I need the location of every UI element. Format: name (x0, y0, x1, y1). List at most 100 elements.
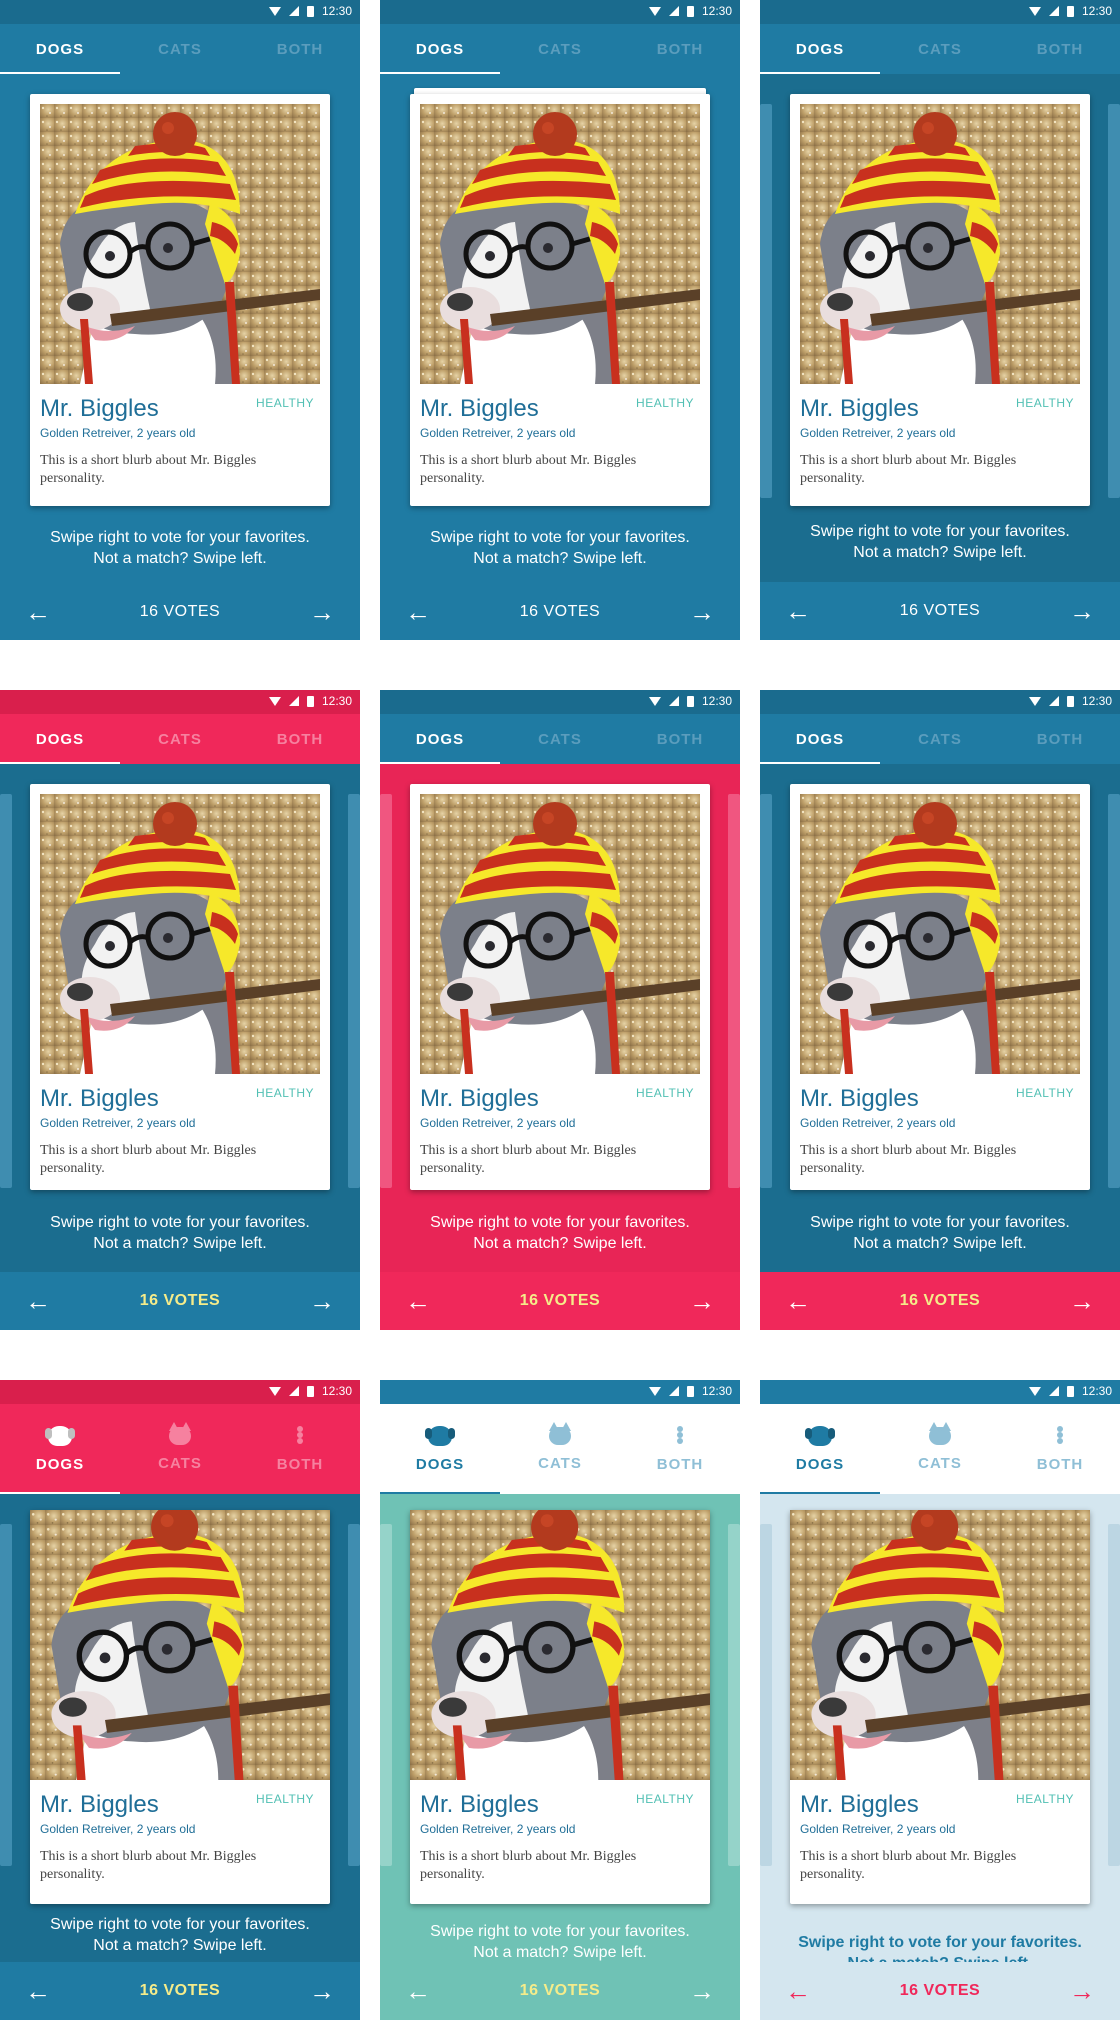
screen-5: 12:30 DOGS CATS BOTH Mr. Biggles HEALTHY… (380, 690, 740, 1330)
tab-both[interactable]: BOTH (620, 714, 740, 764)
tab-both[interactable]: BOTH (1000, 714, 1120, 764)
pet-card[interactable]: Mr. Biggles HEALTHY Golden Retreiver, 2 … (410, 94, 710, 506)
tab-dogs[interactable]: DOGS (380, 714, 500, 764)
votes-count: 16 VOTES (139, 603, 221, 620)
arrow-left-icon[interactable]: ← (24, 1977, 52, 2005)
prev-card-peek (0, 794, 12, 1188)
wifi-icon (268, 1386, 281, 1396)
battery-icon (306, 1385, 314, 1397)
tab-both[interactable]: BOTH (240, 714, 360, 764)
status-bar: 12:30 (0, 0, 360, 24)
battery-icon (686, 695, 694, 707)
tab-both[interactable]: BOTH (1000, 24, 1120, 74)
tab-cats[interactable]: CATS (880, 24, 1000, 74)
arrow-right-icon[interactable]: → (308, 1287, 336, 1315)
cat-icon (169, 1421, 191, 1445)
tab-both[interactable]: BOTH (620, 1404, 740, 1494)
tab-both[interactable]: BOTH (240, 24, 360, 74)
next-card-peek (728, 794, 740, 1188)
tab-dogs[interactable]: DOGS (0, 24, 120, 74)
pet-photo (800, 104, 1080, 384)
pet-card[interactable]: Mr. Biggles HEALTHY Golden Retreiver, 2 … (790, 784, 1090, 1190)
tab-cats[interactable]: CATS (500, 24, 620, 74)
tab-dogs[interactable]: DOGS (0, 1404, 120, 1494)
swipe-hint: Swipe right to vote for your favorites.N… (430, 1214, 690, 1252)
pet-card[interactable]: Mr. Biggles HEALTHY Golden Retreiver, 2 … (30, 94, 330, 506)
pet-card[interactable]: Mr. Biggles HEALTHY Golden Retreiver, 2 … (410, 784, 710, 1190)
battery-icon (686, 1385, 694, 1397)
tab-cats[interactable]: CATS (500, 1404, 620, 1494)
tab-both[interactable]: BOTH (240, 1404, 360, 1494)
cat-icon (549, 1421, 571, 1445)
pet-card[interactable]: Mr. Biggles HEALTHY Golden Retreiver, 2 … (790, 1510, 1090, 1904)
arrow-left-icon[interactable]: ← (404, 598, 432, 626)
tab-cats[interactable]: CATS (880, 1404, 1000, 1494)
status-bar: 12:30 (760, 690, 1120, 714)
status-badge: HEALTHY (256, 1792, 314, 1806)
status-bar: 12:30 (0, 1380, 360, 1404)
pet-breed: Golden Retreiver, 2 years old (40, 1822, 196, 1836)
arrow-right-icon[interactable]: → (308, 598, 336, 626)
arrow-left-icon[interactable]: ← (784, 597, 812, 625)
tab-bar: DOGS CATS BOTH (0, 24, 360, 74)
arrow-right-icon[interactable]: → (688, 598, 716, 626)
tab-cats[interactable]: CATS (120, 24, 240, 74)
pet-photo (30, 1510, 330, 1780)
tab-dogs[interactable]: DOGS (380, 1404, 500, 1494)
tab-dogs[interactable]: DOGS (760, 714, 880, 764)
arrow-left-icon[interactable]: ← (784, 1977, 812, 2005)
pet-blurb: This is a short blurb about Mr. Biggles … (420, 453, 637, 486)
screen-9: 12:30 DOGS CATS BOTH Mr. Biggles HEALTHY… (760, 1380, 1120, 2020)
arrow-right-icon[interactable]: → (1068, 597, 1096, 625)
tab-cats[interactable]: CATS (880, 714, 1000, 764)
arrow-left-icon[interactable]: ← (24, 598, 52, 626)
battery-icon (306, 695, 314, 707)
signal-icon (288, 1386, 299, 1396)
tab-cats[interactable]: CATS (120, 714, 240, 764)
tab-dogs[interactable]: DOGS (380, 24, 500, 74)
status-badge: HEALTHY (636, 1086, 694, 1100)
swipe-hint: Swipe right to vote for your favorites.N… (430, 529, 690, 567)
tab-dogs[interactable]: DOGS (760, 24, 880, 74)
pet-card[interactable]: Mr. Biggles HEALTHY Golden Retreiver, 2 … (790, 94, 1090, 506)
screen-3: 12:30 DOGS CATS BOTH Mr. Biggles HEALTHY… (760, 0, 1120, 640)
arrow-left-icon[interactable]: ← (404, 1977, 432, 2005)
tab-cats[interactable]: CATS (120, 1404, 240, 1494)
tab-bar: DOGS CATS BOTH (380, 24, 740, 74)
pet-breed: Golden Retreiver, 2 years old (800, 1116, 956, 1130)
tab-both[interactable]: BOTH (620, 24, 740, 74)
vote-footer: ← 16 VOTES → (380, 1962, 740, 2020)
pet-photo (420, 794, 700, 1074)
tab-cats[interactable]: CATS (500, 714, 620, 764)
vote-footer: ← 16 VOTES → (760, 1962, 1120, 2020)
arrow-right-icon[interactable]: → (1068, 1977, 1096, 2005)
next-card-peek (1108, 794, 1120, 1188)
tab-dogs[interactable]: DOGS (0, 714, 120, 764)
pet-card[interactable]: Mr. Biggles HEALTHY Golden Retreiver, 2 … (30, 1510, 330, 1904)
pet-card[interactable]: Mr. Biggles HEALTHY Golden Retreiver, 2 … (30, 784, 330, 1190)
screen-2: 12:30 DOGS CATS BOTH Mr. Biggles HEALTHY… (380, 0, 740, 640)
pet-card[interactable]: Mr. Biggles HEALTHY Golden Retreiver, 2 … (410, 1510, 710, 1904)
battery-icon (686, 5, 694, 17)
status-bar: 12:30 (380, 690, 740, 714)
arrow-left-icon[interactable]: ← (404, 1287, 432, 1315)
status-badge: HEALTHY (1016, 1792, 1074, 1806)
battery-icon (306, 5, 314, 17)
status-time: 12:30 (321, 694, 352, 708)
prev-card-peek (0, 1524, 12, 1866)
pet-blurb: This is a short blurb about Mr. Biggles … (40, 1143, 257, 1176)
pet-photo (800, 794, 1080, 1074)
next-card-peek (728, 1524, 740, 1866)
pet-blurb: This is a short blurb about Mr. Biggles … (800, 1849, 1017, 1882)
arrow-left-icon[interactable]: ← (784, 1287, 812, 1315)
arrow-right-icon[interactable]: → (308, 1977, 336, 2005)
arrow-left-icon[interactable]: ← (24, 1287, 52, 1315)
status-time: 12:30 (321, 1384, 352, 1398)
tab-both[interactable]: BOTH (1000, 1404, 1120, 1494)
arrow-right-icon[interactable]: → (688, 1977, 716, 2005)
swipe-hint: Swipe right to vote for your favorites.N… (430, 1923, 690, 1961)
status-bar: 12:30 (380, 1380, 740, 1404)
arrow-right-icon[interactable]: → (688, 1287, 716, 1315)
arrow-right-icon[interactable]: → (1068, 1287, 1096, 1315)
tab-dogs[interactable]: DOGS (760, 1404, 880, 1494)
